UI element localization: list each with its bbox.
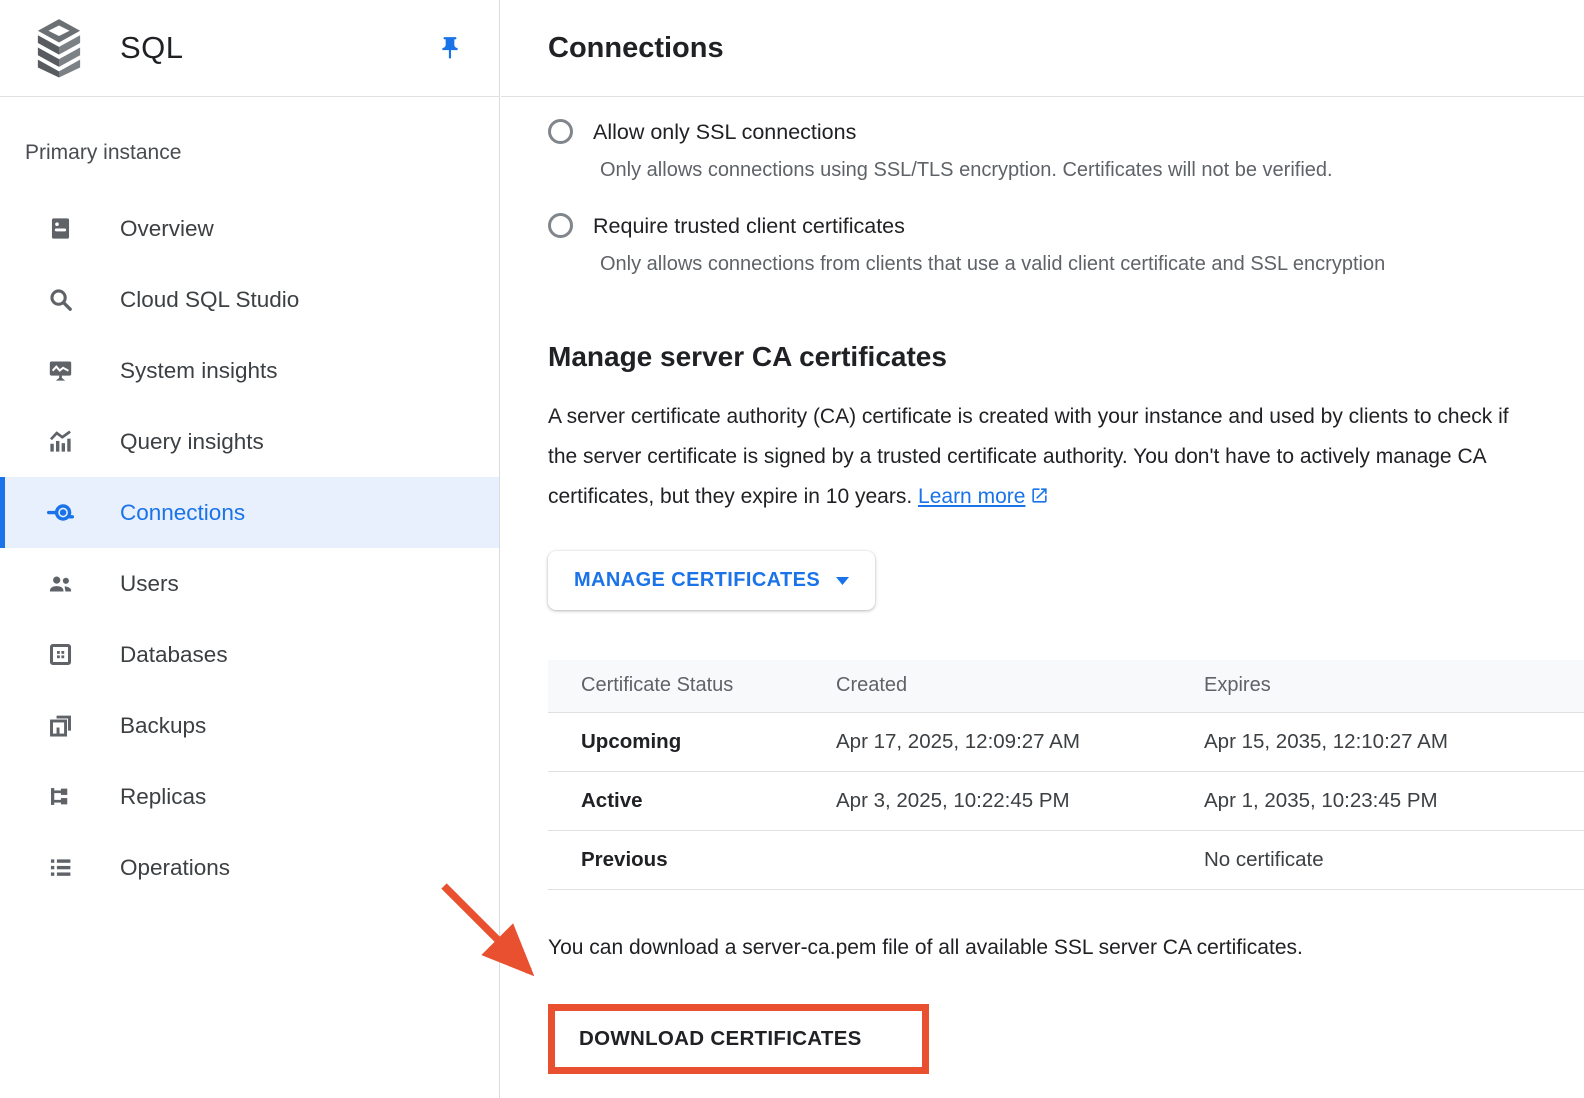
- cell-expires: Apr 15, 2035, 12:10:27 AM: [1204, 712, 1584, 771]
- radio-button-icon: [548, 213, 573, 238]
- manage-certificates-button[interactable]: MANAGE CERTIFICATES: [548, 551, 875, 610]
- sidebar-item-label: Users: [120, 571, 179, 597]
- operations-icon: [47, 854, 74, 881]
- column-header-expires: Expires: [1204, 660, 1584, 712]
- cell-status: Upcoming: [548, 712, 836, 771]
- push-pin-icon[interactable]: [437, 33, 463, 63]
- query-insights-icon: [47, 428, 74, 455]
- sidebar-item-label: Connections: [120, 500, 245, 526]
- main-content: Allow only SSL connections Only allows c…: [501, 97, 1584, 1074]
- cloud-sql-logo-icon: [32, 18, 86, 78]
- sidebar-item-label: Cloud SQL Studio: [120, 287, 299, 313]
- certificates-table: Certificate Status Created Expires Upcom…: [548, 660, 1584, 890]
- system-insights-icon: [47, 357, 74, 384]
- radio-option-description: Only allows connections from clients tha…: [600, 251, 1584, 277]
- cell-status: Active: [548, 771, 836, 830]
- sidebar-nav: Overview Cloud SQL Studio System insight…: [0, 193, 499, 903]
- sidebar-item-label: Databases: [120, 642, 228, 668]
- page-title: Connections: [501, 32, 724, 65]
- ssl-options-group: Allow only SSL connections Only allows c…: [548, 97, 1584, 277]
- sidebar-item-query-insights[interactable]: Query insights: [0, 406, 499, 477]
- manage-certificates-label: MANAGE CERTIFICATES: [574, 569, 820, 592]
- sidebar-item-operations[interactable]: Operations: [0, 832, 499, 903]
- sidebar-item-replicas[interactable]: Replicas: [0, 761, 499, 832]
- learn-more-label: Learn more: [918, 485, 1025, 508]
- sidebar-item-cloud-sql-studio[interactable]: Cloud SQL Studio: [0, 264, 499, 335]
- annotation-highlight-box: DOWNLOAD CERTIFICATES: [548, 1004, 929, 1074]
- sidebar-item-connections[interactable]: Connections: [0, 477, 499, 548]
- download-note: You can download a server-ca.pem file of…: [548, 936, 1584, 960]
- radio-option-description: Only allows connections using SSL/TLS en…: [600, 157, 1584, 183]
- search-icon: [47, 286, 74, 313]
- cell-expires: No certificate: [1204, 830, 1584, 889]
- sidebar-item-label: System insights: [120, 358, 278, 384]
- cell-status: Previous: [548, 830, 836, 889]
- main-header: Connections: [501, 0, 1584, 97]
- section-body-text: A server certificate authority (CA) cert…: [548, 397, 1540, 517]
- radio-option-allow-only-ssl[interactable]: Allow only SSL connections: [548, 117, 1584, 147]
- sidebar-item-overview[interactable]: Overview: [0, 193, 499, 264]
- table-row: Previous No certificate: [548, 830, 1584, 889]
- sidebar-item-label: Overview: [120, 216, 214, 242]
- sidebar-item-label: Backups: [120, 713, 206, 739]
- sidebar-item-label: Replicas: [120, 784, 206, 810]
- connections-icon: [47, 499, 74, 526]
- sidebar-item-backups[interactable]: Backups: [0, 690, 499, 761]
- sidebar-section-label: Primary instance: [25, 141, 181, 165]
- chevron-down-icon: [836, 577, 849, 585]
- radio-option-require-trusted-certs[interactable]: Require trusted client certificates: [548, 211, 1584, 241]
- backups-icon: [47, 712, 74, 739]
- replicas-icon: [47, 783, 74, 810]
- sidebar: SQL Primary instance Overview Cloud SQL …: [0, 0, 500, 1098]
- sidebar-header: SQL: [0, 0, 499, 97]
- table-row: Active Apr 3, 2025, 10:22:45 PM Apr 1, 2…: [548, 771, 1584, 830]
- databases-icon: [47, 641, 74, 668]
- section-heading-manage-ca: Manage server CA certificates: [548, 341, 1584, 373]
- cell-created: Apr 17, 2025, 12:09:27 AM: [836, 712, 1204, 771]
- main-panel: Connections Allow only SSL connections O…: [501, 0, 1584, 1098]
- product-title: SQL: [120, 30, 184, 66]
- download-certificates-button[interactable]: DOWNLOAD CERTIFICATES: [555, 1011, 922, 1067]
- sidebar-item-system-insights[interactable]: System insights: [0, 335, 499, 406]
- sidebar-item-label: Query insights: [120, 429, 264, 455]
- radio-option-label: Require trusted client certificates: [593, 211, 905, 241]
- users-icon: [47, 570, 74, 597]
- overview-icon: [47, 215, 74, 242]
- cell-expires: Apr 1, 2035, 10:23:45 PM: [1204, 771, 1584, 830]
- cell-created: Apr 3, 2025, 10:22:45 PM: [836, 771, 1204, 830]
- table-header-row: Certificate Status Created Expires: [548, 660, 1584, 712]
- open-in-new-icon: [1030, 486, 1049, 505]
- column-header-created: Created: [836, 660, 1204, 712]
- table-row: Upcoming Apr 17, 2025, 12:09:27 AM Apr 1…: [548, 712, 1584, 771]
- sidebar-item-users[interactable]: Users: [0, 548, 499, 619]
- learn-more-link[interactable]: Learn more: [918, 485, 1049, 508]
- sidebar-item-databases[interactable]: Databases: [0, 619, 499, 690]
- radio-option-label: Allow only SSL connections: [593, 117, 856, 147]
- sidebar-item-label: Operations: [120, 855, 230, 881]
- cell-created: [836, 830, 1204, 889]
- column-header-status: Certificate Status: [548, 660, 836, 712]
- radio-button-icon: [548, 119, 573, 144]
